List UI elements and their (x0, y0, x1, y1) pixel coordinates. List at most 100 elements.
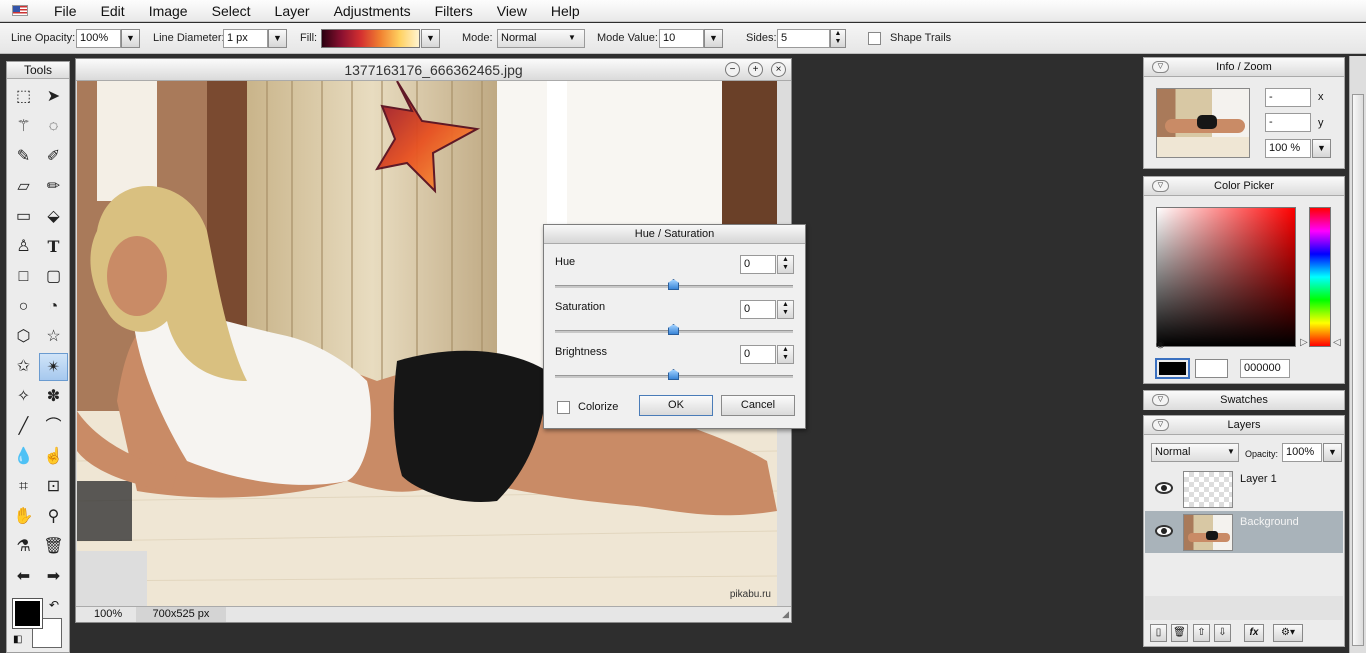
redo-arrow-icon[interactable]: ➡ (39, 563, 68, 591)
navigator-thumbnail[interactable] (1156, 88, 1250, 158)
sides-stepper[interactable]: ▲ ▼ (830, 29, 846, 48)
mode-value-dropdown-button[interactable]: ▼ (704, 29, 723, 48)
menu-filters[interactable]: Filters (423, 3, 485, 19)
brightness-stepper[interactable]: ▲ ▼ (777, 345, 794, 364)
polygon-shape-icon[interactable]: ⬡ (9, 323, 38, 351)
mode-value-input[interactable]: 10 (659, 29, 704, 48)
menu-select[interactable]: Select (200, 3, 263, 19)
stamp-icon[interactable]: ♙ (9, 233, 38, 261)
brush-icon[interactable]: ✐ (39, 143, 68, 171)
layer-opacity-dropdown-button[interactable]: ▼ (1323, 443, 1342, 462)
hand-icon[interactable]: ✋ (9, 503, 38, 531)
primary-color-preview[interactable] (1155, 358, 1190, 379)
burst-shape-icon[interactable]: ✧ (9, 383, 38, 411)
visibility-eye-icon[interactable] (1155, 525, 1173, 537)
menu-edit[interactable]: Edit (89, 3, 137, 19)
transform-icon[interactable]: ⊡ (39, 473, 68, 501)
collapse-chevron-icon[interactable]: ▽ (1152, 180, 1169, 192)
swap-colors-icon[interactable]: ↶ (49, 598, 59, 612)
primary-color-swatch[interactable] (12, 598, 43, 629)
line-tool-icon[interactable]: ╱ (9, 413, 38, 441)
line-diameter-input[interactable]: 1 px (223, 29, 268, 48)
saturation-input[interactable]: 0 (740, 300, 776, 319)
delete-layer-icon[interactable]: 🗑 (1171, 624, 1188, 642)
shape-trails-checkbox[interactable] (868, 32, 881, 45)
resize-grip-icon[interactable]: ◢ (782, 609, 789, 620)
saturation-value-square[interactable] (1156, 207, 1296, 347)
pie-shape-icon[interactable]: ◔ (39, 293, 68, 321)
zoom-input[interactable]: 100 % (1265, 139, 1311, 158)
menu-view[interactable]: View (485, 3, 539, 19)
brightness-slider-thumb[interactable] (668, 369, 679, 380)
collapse-chevron-icon[interactable]: ▽ (1152, 419, 1169, 431)
menu-layer[interactable]: Layer (263, 3, 322, 19)
rect-select-icon[interactable]: ⬚ (9, 83, 38, 111)
undo-arrow-icon[interactable]: ⬅ (9, 563, 38, 591)
secondary-color-preview[interactable] (1195, 359, 1228, 378)
move-layer-down-icon[interactable]: ⇩ (1214, 624, 1231, 642)
zoom-icon[interactable]: ⚲ (39, 503, 68, 531)
blur-drop-icon[interactable]: 💧 (9, 443, 38, 471)
layer-row-background[interactable]: Background (1145, 511, 1343, 553)
layer-opacity-input[interactable]: 100% (1282, 443, 1322, 462)
hue-slider-thumb[interactable] (668, 279, 679, 290)
hue-slider-left-arrow-icon[interactable]: ▷ (1300, 337, 1308, 348)
lasso-icon[interactable]: ◌ (39, 113, 68, 141)
cancel-button[interactable]: Cancel (721, 395, 795, 416)
rectangle-shape-icon[interactable]: □ (9, 263, 38, 291)
layer-effects-icon[interactable]: fx (1244, 624, 1264, 642)
star-outline-icon[interactable]: ✩ (9, 353, 38, 381)
ok-button[interactable]: OK (639, 395, 713, 416)
line-diameter-dropdown-button[interactable]: ▼ (268, 29, 287, 48)
smudge-icon[interactable]: ☝ (39, 443, 68, 471)
flower-shape-icon[interactable]: ✽ (39, 383, 68, 411)
collapse-chevron-icon[interactable]: ▽ (1152, 61, 1169, 73)
maximize-icon[interactable]: + (748, 62, 763, 77)
fill-dropdown-button[interactable]: ▼ (421, 29, 440, 48)
menu-adjustments[interactable]: Adjustments (322, 3, 423, 19)
saturation-stepper[interactable]: ▲ ▼ (777, 300, 794, 319)
layer-blend-mode-select[interactable]: Normal (1151, 443, 1239, 462)
minimize-icon[interactable]: − (725, 62, 740, 77)
move-tool-icon[interactable]: ➤ (39, 83, 68, 111)
brightness-input[interactable]: 0 (740, 345, 776, 364)
page-scrollbar[interactable] (1349, 56, 1366, 653)
menu-help[interactable]: Help (539, 3, 592, 19)
pencil-icon[interactable]: ✎ (9, 143, 38, 171)
curve-tool-icon[interactable]: ⌒ (39, 413, 68, 441)
line-pen-icon[interactable]: ✏ (39, 173, 68, 201)
gradient-icon[interactable]: ▭ (9, 203, 38, 231)
eyedropper-icon[interactable]: ⚗ (9, 533, 38, 561)
move-layer-up-icon[interactable]: ⇧ (1193, 624, 1210, 642)
reset-colors-icon[interactable]: ◧ (13, 634, 22, 645)
rounded-rect-shape-icon[interactable]: ▢ (39, 263, 68, 291)
hue-stepper[interactable]: ▲ ▼ (777, 255, 794, 274)
layer-settings-gear-icon[interactable]: ⚙▾ (1273, 624, 1303, 642)
line-opacity-dropdown-button[interactable]: ▼ (121, 29, 140, 48)
zoom-dropdown-button[interactable]: ▼ (1312, 139, 1331, 158)
saturation-slider-thumb[interactable] (668, 324, 679, 335)
menu-file[interactable]: File (42, 3, 89, 19)
eraser-icon[interactable]: ▱ (9, 173, 38, 201)
line-opacity-input[interactable]: 100% (76, 29, 121, 48)
colorize-checkbox[interactable] (557, 401, 570, 414)
ellipse-shape-icon[interactable]: ○ (9, 293, 38, 321)
expand-chevron-icon[interactable]: ▽ (1152, 394, 1169, 406)
polygon-star-tool-icon[interactable]: ✴ (39, 353, 68, 381)
trash-icon[interactable]: 🗑 (39, 533, 68, 561)
menu-image[interactable]: Image (137, 3, 200, 19)
sides-input[interactable]: 5 (777, 29, 830, 48)
text-tool-icon[interactable]: T (39, 233, 68, 261)
hex-color-input[interactable]: 000000 (1240, 359, 1290, 378)
fill-gradient-swatch[interactable] (321, 29, 420, 48)
hue-slider-right-arrow-icon[interactable]: ◁ (1333, 337, 1341, 348)
language-flag-icon[interactable] (12, 5, 28, 16)
visibility-eye-icon[interactable] (1155, 482, 1173, 494)
close-icon[interactable]: × (771, 62, 786, 77)
star-shape-icon[interactable]: ☆ (39, 323, 68, 351)
crop-icon[interactable]: ⌗ (9, 473, 38, 501)
hue-strip[interactable] (1309, 207, 1331, 347)
new-layer-icon[interactable]: ▯ (1150, 624, 1167, 642)
paint-bucket-icon[interactable]: ⬙ (39, 203, 68, 231)
swatches-title[interactable]: ▽ Swatches (1144, 391, 1344, 410)
